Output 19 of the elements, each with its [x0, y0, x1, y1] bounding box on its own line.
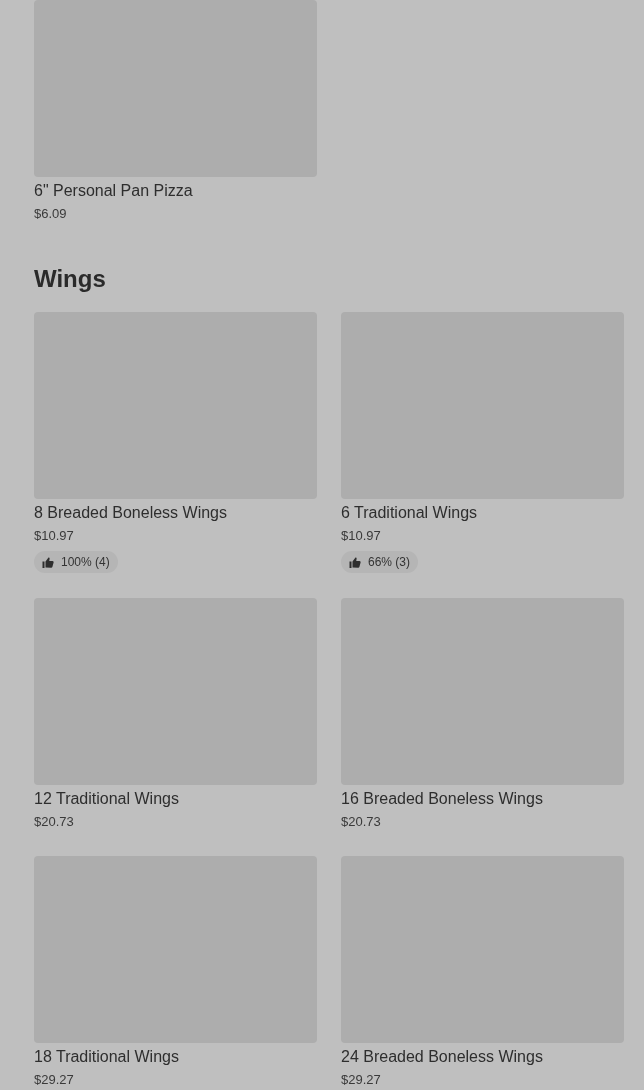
- item-name: 18 Traditional Wings: [34, 1047, 180, 1067]
- rating-text: 100% (4): [61, 554, 110, 571]
- item-price: $10.97: [341, 527, 382, 545]
- thumbs-up-icon: [42, 556, 54, 568]
- item-price: $6.09: [34, 205, 68, 223]
- item-name: 6 Traditional Wings: [341, 503, 479, 523]
- item-name: 16 Breaded Boneless Wings: [341, 789, 544, 809]
- item-price: $29.27: [34, 1071, 75, 1089]
- item-price: $20.73: [341, 813, 382, 831]
- item-price: $29.27: [341, 1071, 382, 1089]
- item-price: $10.97: [34, 527, 75, 545]
- item-name: 6" Personal Pan Pizza: [34, 181, 194, 201]
- rating-text: 66% (3): [368, 554, 411, 571]
- thumbs-up-icon: [349, 556, 361, 568]
- item-name: 8 Breaded Boneless Wings: [34, 503, 228, 523]
- item-name: 24 Breaded Boneless Wings: [341, 1047, 544, 1067]
- section-heading: Wings: [34, 264, 107, 294]
- item-name: 12 Traditional Wings: [34, 789, 180, 809]
- item-price: $20.73: [34, 813, 75, 831]
